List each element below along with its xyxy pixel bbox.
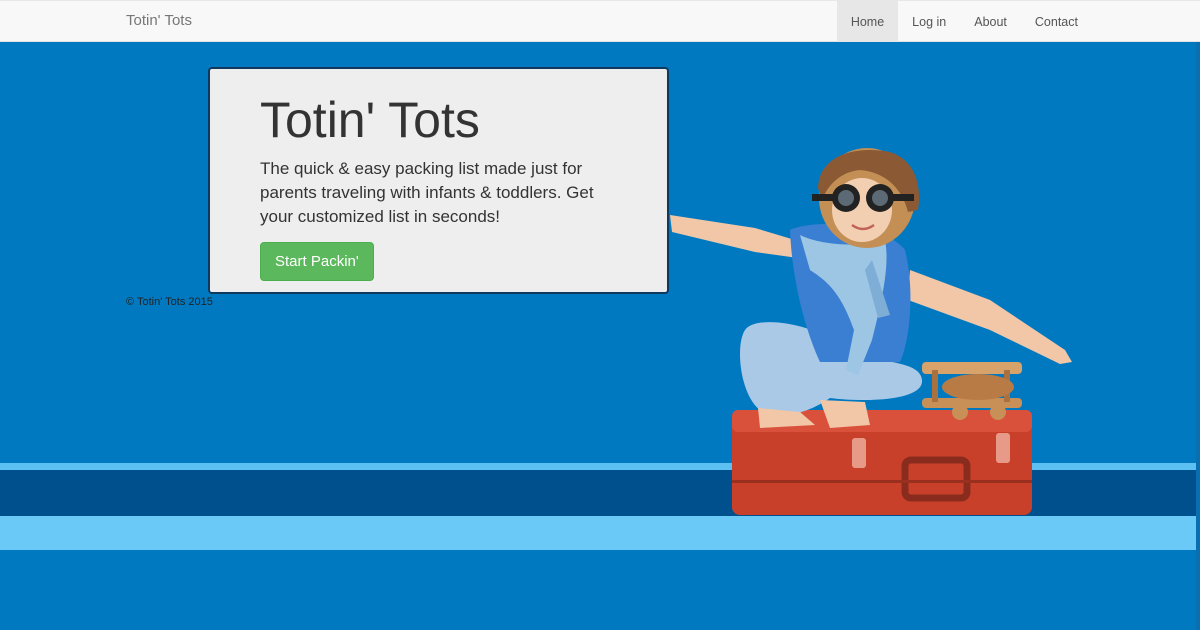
brand-link[interactable]: Totin' Tots [126, 12, 192, 29]
footer-copyright: © Totin' Tots 2015 [126, 296, 213, 308]
stripe-light [0, 516, 1200, 550]
child-on-suitcase-image [670, 148, 1072, 515]
hero-title: Totin' Tots [260, 92, 480, 148]
hero-description: The quick & easy packing list made just … [260, 158, 594, 226]
nav-item-home[interactable]: Home [836, 1, 899, 42]
nav-item-contact[interactable]: Contact [1021, 1, 1092, 42]
hero-panel: Totin' Tots The quick & easy packing lis… [208, 67, 669, 294]
nav-item-login[interactable]: Log in [898, 1, 960, 42]
nav-item-about[interactable]: About [960, 1, 1021, 42]
nav-menu: Home Log in About Contact [836, 1, 1092, 42]
navbar: Totin' Tots Home Log in About Contact [0, 0, 1200, 42]
right-edge-divider [1196, 42, 1200, 630]
start-packin-button[interactable]: Start Packin' [260, 241, 374, 281]
